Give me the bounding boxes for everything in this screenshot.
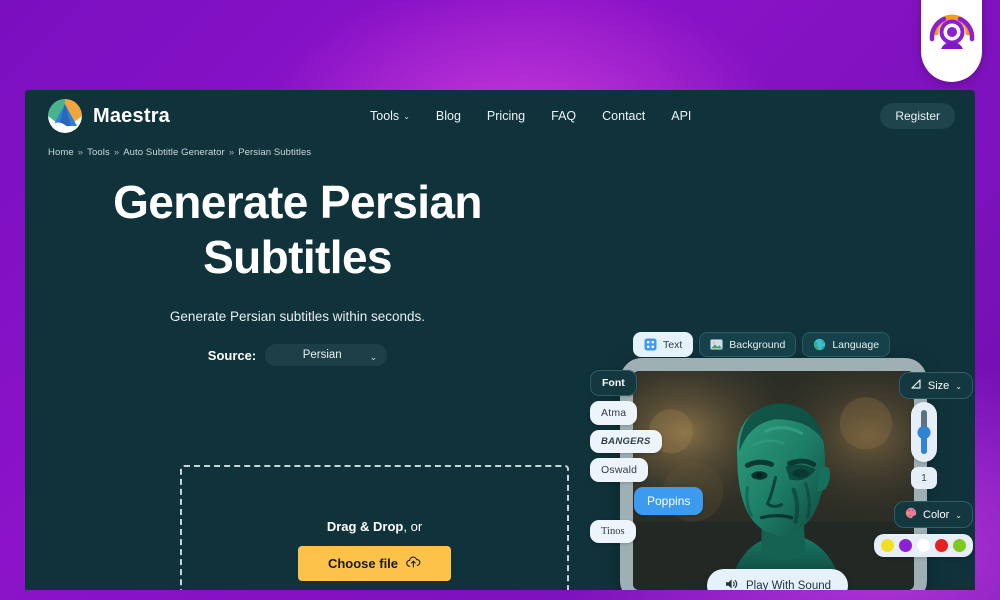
- size-control-label: Size: [927, 379, 950, 392]
- color-swatch-white[interactable]: [917, 539, 930, 552]
- nav-item-faq[interactable]: FAQ: [551, 109, 576, 123]
- site-page: Maestra Tools ⌄ Blog Pricing FAQ Contact…: [25, 90, 975, 590]
- file-dropzone[interactable]: Drag & Drop, or Choose file: [180, 465, 569, 590]
- brand-badge: [921, 0, 982, 82]
- size-control[interactable]: Size ⌄: [898, 372, 973, 399]
- tab-label: Language: [832, 338, 880, 351]
- tab-background[interactable]: Background: [699, 332, 797, 357]
- breadcrumb-separator: »: [228, 146, 235, 158]
- slider-knob[interactable]: [917, 426, 931, 439]
- breadcrumb-separator: »: [113, 146, 120, 158]
- breadcrumb: Home » Tools » Auto Subtitle Generator »…: [25, 142, 975, 162]
- font-option-tinos[interactable]: Tinos: [590, 520, 636, 543]
- font-option-oswald[interactable]: Oswald: [590, 458, 649, 482]
- hero-subtitle: Generate Persian subtitles within second…: [169, 309, 426, 325]
- text-grid-icon: [644, 338, 657, 351]
- breadcrumb-item-persian-subtitles[interactable]: Persian Subtitles: [238, 147, 311, 158]
- tab-language[interactable]: Language: [802, 332, 891, 357]
- chevron-down-icon: ⌄: [955, 381, 962, 391]
- breadcrumb-item-auto-subtitle-generator[interactable]: Auto Subtitle Generator: [123, 147, 225, 158]
- nav-item-contact[interactable]: Contact: [602, 109, 645, 123]
- choose-file-button[interactable]: Choose file: [297, 546, 452, 581]
- font-option-atma[interactable]: Atma: [590, 401, 638, 425]
- chevron-down-icon: ⌄: [369, 352, 378, 363]
- page-title: Generate Persian Subtitles: [113, 176, 482, 284]
- dropzone-title-rest: , or: [403, 519, 423, 534]
- cloud-upload-icon: [406, 556, 421, 571]
- maestra-mountain-logo-icon: [48, 99, 82, 133]
- dropzone-title-bold: Drag & Drop: [326, 519, 404, 534]
- image-icon: [710, 338, 724, 351]
- tab-label: Text: [663, 338, 683, 351]
- source-label: Source:: [207, 347, 257, 363]
- play-with-sound-button[interactable]: Play With Sound: [707, 569, 849, 591]
- size-value: 1: [911, 467, 937, 489]
- tab-text[interactable]: Text: [633, 332, 694, 357]
- globe-icon: [813, 338, 826, 351]
- editor-tabs: Text Background Language: [633, 332, 891, 357]
- nav-item-blog[interactable]: Blog: [436, 109, 461, 123]
- breadcrumb-item-tools[interactable]: Tools: [87, 147, 110, 158]
- breadcrumb-separator: »: [77, 146, 84, 158]
- font-list-header: Font: [590, 370, 637, 396]
- hero-section: Generate Persian Subtitles Generate Pers…: [25, 162, 570, 367]
- palette-icon: [905, 507, 917, 522]
- page-content: Generate Persian Subtitles Generate Pers…: [25, 162, 975, 590]
- color-swatch-yellow[interactable]: [881, 539, 894, 552]
- color-swatch-green[interactable]: [953, 539, 966, 552]
- color-swatches: [874, 534, 973, 557]
- brand-name: Maestra: [93, 104, 170, 127]
- chevron-down-icon: ⌄: [403, 112, 410, 121]
- dropzone-title: Drag & Drop, or: [327, 519, 422, 534]
- brand-logo[interactable]: Maestra: [48, 99, 170, 133]
- font-option-bangers[interactable]: BANGERS: [590, 430, 662, 453]
- page-root: Maestra Tools ⌄ Blog Pricing FAQ Contact…: [0, 0, 1000, 600]
- concentric-rings-logo-icon: [927, 5, 977, 55]
- color-control[interactable]: Color ⌄: [894, 501, 973, 528]
- font-option-poppins[interactable]: Poppins: [634, 487, 704, 515]
- font-list: Font Atma BANGERS Oswald Poppins Tinos: [590, 370, 704, 543]
- source-row: Source: Persian ⌄: [25, 344, 570, 367]
- nav-item-pricing[interactable]: Pricing: [487, 109, 525, 123]
- play-with-sound-label: Play With Sound: [746, 579, 832, 591]
- chevron-down-icon: ⌄: [955, 510, 962, 520]
- choose-file-label: Choose file: [327, 556, 399, 571]
- color-swatch-red[interactable]: [935, 539, 948, 552]
- source-language-select[interactable]: Persian ⌄: [265, 344, 388, 367]
- speaker-icon: [724, 577, 738, 590]
- main-nav: Tools ⌄ Blog Pricing FAQ Contact API: [370, 109, 691, 123]
- register-button[interactable]: Register: [880, 103, 955, 129]
- subtitle-editor-preview: Text Background Language Font Atma BANGE…: [585, 162, 975, 590]
- site-header: Maestra Tools ⌄ Blog Pricing FAQ Contact…: [25, 90, 975, 142]
- color-control-label: Color: [923, 508, 950, 521]
- size-slider[interactable]: [911, 402, 937, 462]
- breadcrumb-item-home[interactable]: Home: [48, 147, 74, 158]
- nav-item-api[interactable]: API: [671, 109, 691, 123]
- size-ruler-icon: [910, 378, 922, 393]
- tab-label: Background: [729, 338, 786, 351]
- nav-item-label: Tools: [370, 109, 400, 123]
- source-language-value: Persian: [302, 349, 342, 362]
- color-swatch-purple[interactable]: [899, 539, 912, 552]
- nav-item-tools[interactable]: Tools ⌄: [370, 109, 410, 123]
